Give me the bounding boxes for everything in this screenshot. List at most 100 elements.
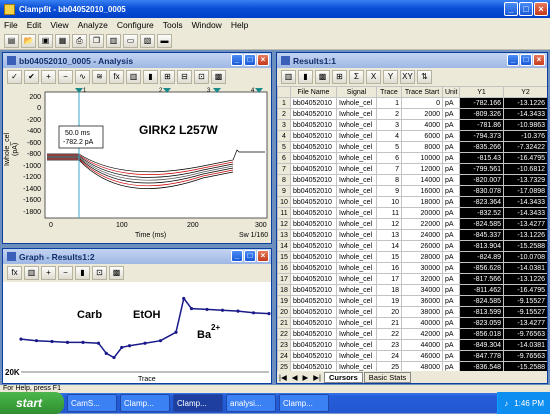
table-cell[interactable]: Iwhole_cel — [336, 251, 377, 263]
table-cell[interactable]: bb04052010 — [290, 273, 337, 285]
table-cell[interactable]: -847.778 — [459, 350, 504, 362]
column-header[interactable]: File Name — [290, 86, 337, 98]
table-cell[interactable]: bb04052010 — [290, 350, 337, 362]
table-cell[interactable]: 24 — [376, 350, 402, 362]
check-icon[interactable]: ✓ — [7, 69, 22, 84]
tab-scroll-prev-icon[interactable]: ◀ — [290, 373, 300, 382]
table-cell[interactable]: pA — [442, 361, 460, 371]
table-cell[interactable]: 9 — [376, 185, 402, 197]
table-cell[interactable]: -781.86 — [459, 119, 504, 131]
table-cell[interactable]: 2000 — [401, 108, 443, 120]
table-row[interactable]: 1 bb04052010 Iwhole_cel 1 0 pA -782.166 -13.122… — [277, 97, 547, 109]
table-cell[interactable]: -794.373 — [459, 130, 504, 142]
table-cell[interactable]: 11 — [376, 207, 402, 219]
table-cell[interactable]: 36000 — [401, 295, 443, 307]
table-cell[interactable]: 20 — [277, 306, 291, 318]
table-cell[interactable]: -13.4277 — [503, 218, 547, 230]
menu-analyze[interactable]: Analyze — [78, 20, 108, 30]
table-row[interactable]: 3 bb04052010 Iwhole_cel 3 4000 pA -781.86 -10.9… — [277, 119, 547, 131]
table-cell[interactable]: -15.2588 — [503, 361, 547, 371]
table-cell[interactable]: 0 — [401, 97, 443, 109]
table-cell[interactable]: bb04052010 — [290, 240, 337, 252]
table-cell[interactable]: 3 — [376, 119, 402, 131]
table-cell[interactable]: 38000 — [401, 306, 443, 318]
close-button[interactable]: × — [534, 2, 548, 16]
table-row[interactable]: 7 bb04052010 Iwhole_cel 7 12000 pA -799.561 -10… — [277, 163, 547, 175]
table-cell[interactable]: 22 — [277, 328, 291, 340]
histogram-icon[interactable]: ▮ — [75, 265, 90, 280]
table-cell[interactable]: 14000 — [401, 174, 443, 186]
results-icon[interactable]: ▧ — [140, 33, 155, 48]
table-cell[interactable]: Iwhole_cel — [336, 218, 377, 230]
table-row[interactable]: 9 bb04052010 Iwhole_cel 9 16000 pA -830.078 -17… — [277, 185, 547, 197]
table-cell[interactable]: pA — [442, 229, 460, 241]
table-row[interactable]: 10 bb04052010 Iwhole_cel 10 18000 pA -823.364-… — [277, 196, 547, 208]
table-cell[interactable]: 24 — [277, 350, 291, 362]
table-cell[interactable]: pA — [442, 295, 460, 307]
check-all-icon[interactable]: ✔ — [24, 69, 39, 84]
save-as-icon[interactable]: ▦ — [55, 33, 70, 48]
table-cell[interactable]: Iwhole_cel — [336, 339, 377, 351]
table-cell[interactable]: 46000 — [401, 350, 443, 362]
table-cell[interactable]: Iwhole_cel — [336, 207, 377, 219]
scale-icon[interactable]: ⊡ — [194, 69, 209, 84]
table-row[interactable]: 19 bb04052010 Iwhole_cel 19 36000 pA -824.585-… — [277, 295, 547, 307]
table-cell[interactable]: -14.3433 — [503, 196, 547, 208]
table-row[interactable]: 17 bb04052010 Iwhole_cel 17 32000 pA -817.566-… — [277, 273, 547, 285]
table-cell[interactable]: Iwhole_cel — [336, 361, 377, 371]
table-cell[interactable]: Iwhole_cel — [336, 229, 377, 241]
column-header[interactable]: Trace — [376, 86, 402, 98]
table-cell[interactable]: bb04052010 — [290, 207, 337, 219]
table-cell[interactable]: 42000 — [401, 328, 443, 340]
table-cell[interactable]: -856.018 — [459, 328, 504, 340]
table-cell[interactable]: -9.15527 — [503, 295, 547, 307]
minimize-button[interactable]: _ — [504, 2, 518, 16]
table-cell[interactable]: Iwhole_cel — [336, 141, 377, 153]
zoom-in-icon[interactable]: + — [41, 69, 56, 84]
histogram-icon[interactable]: ▮ — [143, 69, 158, 84]
table-cell[interactable]: 2 — [277, 108, 291, 120]
table-cell[interactable]: 18000 — [401, 196, 443, 208]
table-cell[interactable]: bb04052010 — [290, 295, 337, 307]
table-cell[interactable]: -824.585 — [459, 218, 504, 230]
table-cell[interactable]: -813.904 — [459, 240, 504, 252]
table-cell[interactable]: 6000 — [401, 130, 443, 142]
table-row[interactable]: 5 bb04052010 Iwhole_cel 5 8000 pA -835.266 -7.3… — [277, 141, 547, 153]
table-cell[interactable]: Iwhole_cel — [336, 306, 377, 318]
table-cell[interactable]: 1 — [277, 97, 291, 109]
paste-icon[interactable]: ▥ — [106, 33, 121, 48]
table-cell[interactable]: Iwhole_cel — [336, 152, 377, 164]
table-cell[interactable]: -782.166 — [459, 97, 504, 109]
table-cell[interactable]: -10.376 — [503, 130, 547, 142]
tab-scroll-first-icon[interactable]: |◀ — [277, 373, 289, 382]
results-maximize-button[interactable]: □ — [520, 54, 532, 66]
table-cell[interactable]: -836.548 — [459, 361, 504, 371]
layout-icon[interactable]: ▬ — [157, 33, 172, 48]
print-icon[interactable]: ⎙ — [72, 33, 87, 48]
results-minimize-button[interactable]: _ — [507, 54, 519, 66]
table-row[interactable]: 12 bb04052010 Iwhole_cel 12 22000 pA -824.585-… — [277, 218, 547, 230]
table-cell[interactable]: pA — [442, 328, 460, 340]
table-cell[interactable]: -7.32422 — [503, 141, 547, 153]
zoom-in-icon[interactable]: + — [41, 265, 56, 280]
maximize-button[interactable]: □ — [519, 2, 533, 16]
function-icon[interactable]: fx — [109, 69, 124, 84]
table-cell[interactable]: Iwhole_cel — [336, 240, 377, 252]
table-cell[interactable]: pA — [442, 306, 460, 318]
table-cell[interactable]: Iwhole_cel — [336, 174, 377, 186]
table-cell[interactable]: -16.4795 — [503, 152, 547, 164]
table-cell[interactable]: 15 — [277, 251, 291, 263]
table-cell[interactable]: bb04052010 — [290, 317, 337, 329]
table-cell[interactable]: -14.3433 — [503, 207, 547, 219]
table-row[interactable]: 14 bb04052010 Iwhole_cel 14 26000 pA -813.904-… — [277, 240, 547, 252]
table-cell[interactable]: pA — [442, 174, 460, 186]
table-cell[interactable]: 22 — [376, 328, 402, 340]
table-cell[interactable]: 9 — [277, 185, 291, 197]
column-header[interactable]: Signal — [336, 86, 377, 98]
table-cell[interactable]: 22000 — [401, 218, 443, 230]
table-cell[interactable]: 6 — [376, 152, 402, 164]
table-cell[interactable]: pA — [442, 108, 460, 120]
table-cell[interactable]: pA — [442, 251, 460, 263]
column-header[interactable]: Y2 — [503, 86, 547, 98]
table-cell[interactable]: pA — [442, 317, 460, 329]
